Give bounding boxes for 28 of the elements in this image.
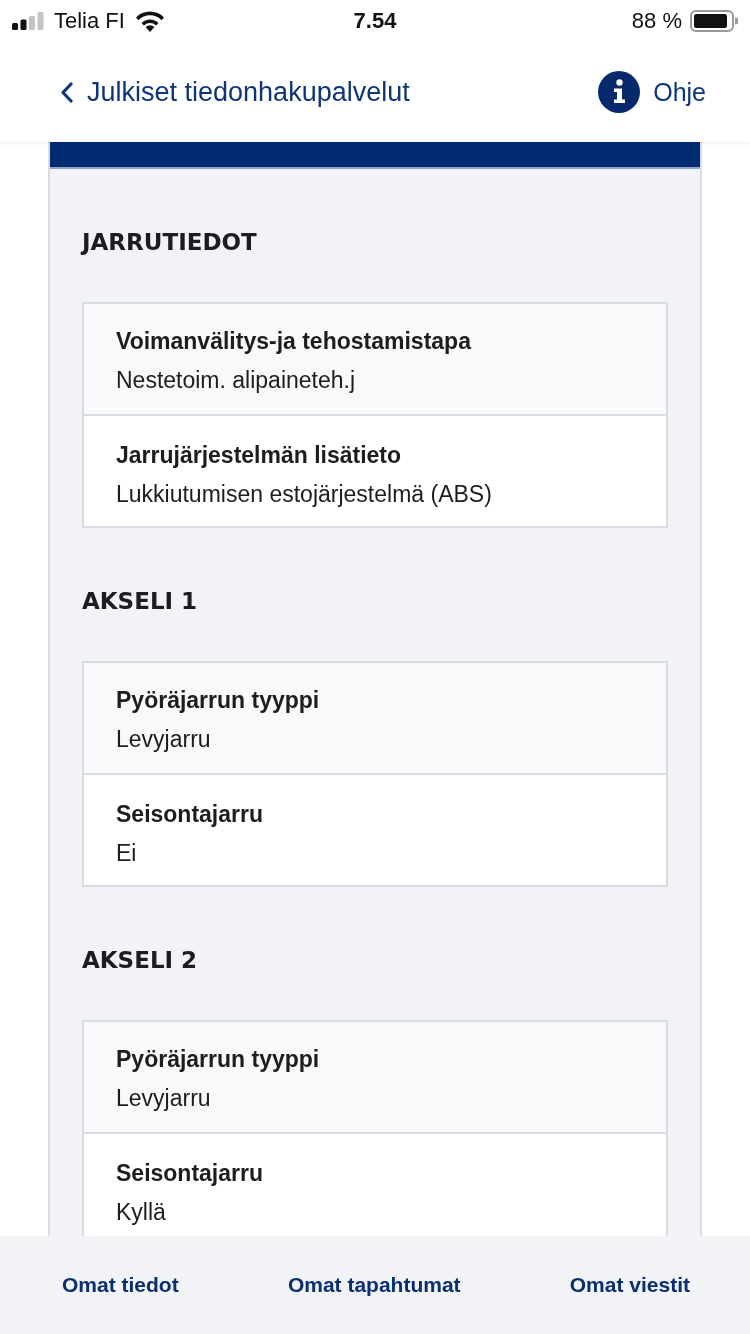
field-value: Levyjarru	[116, 1084, 212, 1113]
signal-icon	[12, 12, 44, 30]
field-label: Jarrujärjestelmän lisätieto	[116, 441, 403, 470]
field-value: Ei	[116, 839, 138, 868]
carrier-name: Telia FI	[54, 8, 125, 34]
help-link[interactable]: Ohje	[598, 71, 706, 113]
back-link[interactable]: Julkiset tiedonhakupalvelut	[60, 76, 410, 108]
bottom-nav-link[interactable]: Omat tapahtumat	[287, 1273, 461, 1297]
info-icon	[598, 71, 641, 113]
field-value: Lukkiutumisen estojärjestelmä (ABS)	[116, 480, 493, 509]
battery-percentage: 88 %	[631, 8, 682, 34]
battery-icon	[690, 10, 738, 32]
section-heading: AKSELI 1	[82, 587, 199, 616]
bottom-nav-link[interactable]: Omat viestit	[569, 1273, 690, 1297]
section-heading: JARRUTIEDOT	[82, 228, 258, 257]
field-value: Kyllä	[116, 1198, 167, 1227]
field-value: Levyjarru	[116, 725, 212, 754]
field-label: Voimanvälitys-ja tehostamistapa	[116, 327, 473, 356]
clock-time: 7.54	[353, 8, 397, 34]
section-heading: AKSELI 2	[82, 946, 199, 975]
field-label: Seisontajarru	[116, 1159, 264, 1188]
field-label: Pyöräjarrun tyyppi	[116, 686, 321, 715]
wifi-icon	[134, 10, 165, 32]
chevron-left-icon	[60, 81, 73, 103]
field-value: Nestetoim. alipaineteh.j	[116, 366, 357, 395]
field-label: Pyöräjarrun tyyppi	[116, 1045, 321, 1074]
field-label: Seisontajarru	[116, 800, 264, 829]
bottom-nav-link[interactable]: Omat tiedot	[62, 1273, 179, 1297]
